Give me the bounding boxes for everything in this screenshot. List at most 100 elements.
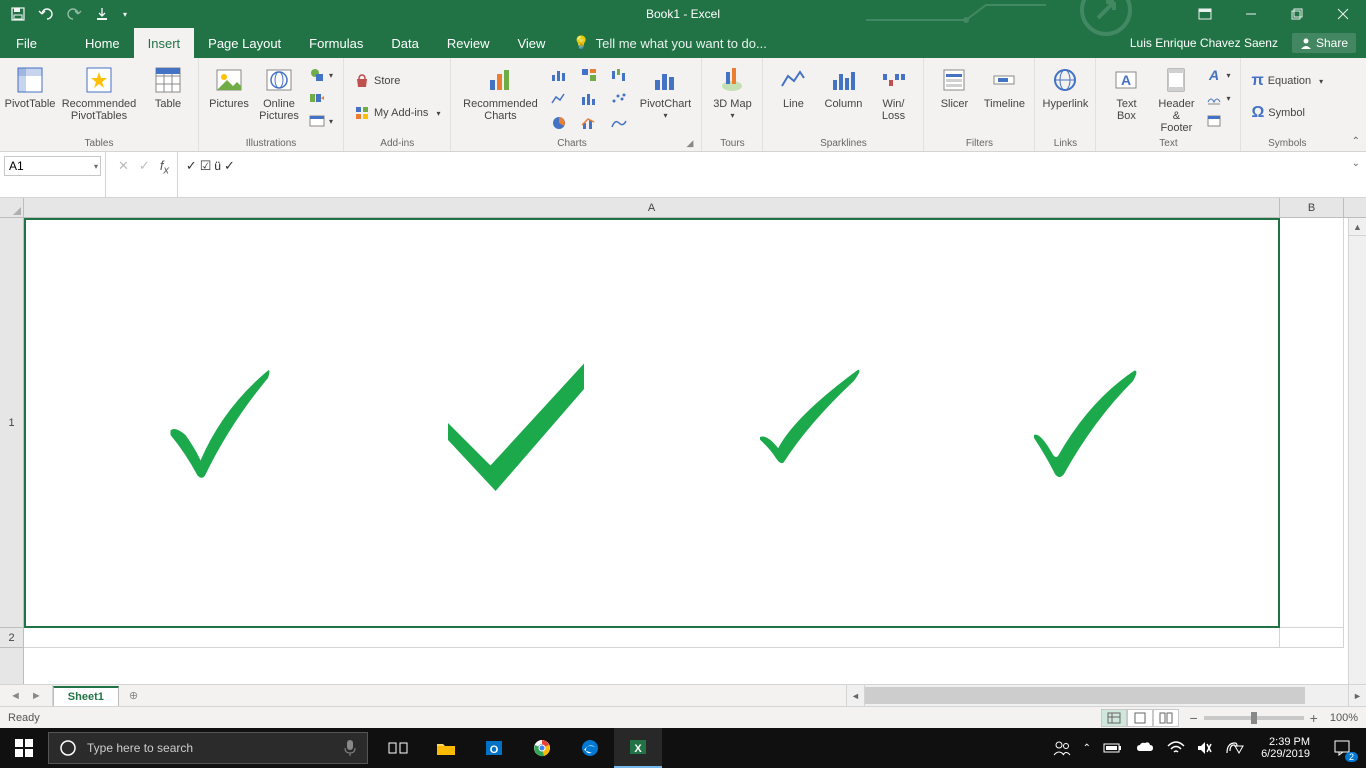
hscroll-thumb[interactable] xyxy=(865,687,1305,704)
column-header-b[interactable]: B xyxy=(1280,198,1344,217)
scroll-up-button[interactable]: ▲ xyxy=(1349,218,1366,236)
maximize-button[interactable] xyxy=(1274,0,1320,28)
tab-view[interactable]: View xyxy=(503,28,559,58)
tellme-search[interactable]: 💡 Tell me what you want to do... xyxy=(559,28,780,58)
table-button[interactable]: Table xyxy=(144,62,192,112)
enter-formula-button[interactable]: ✓ xyxy=(139,158,150,174)
shapes-button[interactable]: ▾ xyxy=(305,64,337,86)
prev-sheet-button[interactable]: ◄ xyxy=(6,690,25,702)
add-sheet-button[interactable]: ⊕ xyxy=(119,685,148,706)
page-layout-view-button[interactable] xyxy=(1127,709,1153,727)
3d-map-button[interactable]: 3D Map ▾ xyxy=(708,62,756,123)
excel-button[interactable]: X xyxy=(614,728,662,768)
store-button[interactable]: Store xyxy=(350,70,444,92)
action-center-button[interactable]: 2 xyxy=(1318,728,1366,768)
object-button[interactable] xyxy=(1202,110,1234,132)
tab-insert[interactable]: Insert xyxy=(134,28,195,58)
sparkline-column-button[interactable]: Column xyxy=(819,62,867,112)
textbox-button[interactable]: A Text Box xyxy=(1102,62,1150,124)
tray-chevron-up-icon[interactable]: ⌃ xyxy=(1083,743,1091,754)
insert-function-button[interactable]: fx xyxy=(160,158,169,177)
hierarchy-chart-button[interactable] xyxy=(575,64,603,86)
combo-chart-button[interactable] xyxy=(575,112,603,134)
symbol-button[interactable]: ΩSymbol xyxy=(1247,102,1327,124)
chrome-button[interactable] xyxy=(518,728,566,768)
start-button[interactable] xyxy=(0,728,48,768)
my-addins-button[interactable]: My Add-ins▾ xyxy=(350,102,444,124)
tab-formulas[interactable]: Formulas xyxy=(295,28,377,58)
undo-button[interactable] xyxy=(34,2,58,26)
share-button[interactable]: Share xyxy=(1292,33,1356,53)
save-button[interactable] xyxy=(6,2,30,26)
zoom-slider[interactable] xyxy=(1204,716,1304,720)
row-header-1[interactable]: 1 xyxy=(0,218,23,628)
column-header-a[interactable]: A xyxy=(24,198,1280,217)
online-pictures-button[interactable]: Online Pictures xyxy=(255,62,303,124)
screenshot-button[interactable]: ▾ xyxy=(305,110,337,132)
zoom-in-button[interactable]: + xyxy=(1310,710,1318,726)
tab-data[interactable]: Data xyxy=(377,28,432,58)
people-icon[interactable] xyxy=(1053,739,1071,757)
collapse-ribbon-button[interactable]: ⌃ xyxy=(1352,136,1360,147)
surface-chart-button[interactable] xyxy=(605,112,633,134)
close-button[interactable] xyxy=(1320,0,1366,28)
line-chart-button[interactable] xyxy=(545,88,573,110)
recommended-pivottables-button[interactable]: Recommended PivotTables xyxy=(56,62,142,124)
task-view-button[interactable] xyxy=(374,728,422,768)
scatter-chart-button[interactable] xyxy=(605,88,633,110)
taskbar-search[interactable]: Type here to search xyxy=(48,732,368,764)
qat-customize-button[interactable]: ▾ xyxy=(118,2,132,26)
wordart-button[interactable]: A▾ xyxy=(1202,64,1234,86)
pivotchart-button[interactable]: PivotChart ▾ xyxy=(635,62,695,123)
touch-mode-button[interactable] xyxy=(90,2,114,26)
recommended-charts-button[interactable]: Recommended Charts xyxy=(457,62,543,124)
tab-page-layout[interactable]: Page Layout xyxy=(194,28,295,58)
vertical-scrollbar[interactable]: ▲ ▼ xyxy=(1348,218,1366,706)
select-all-corner[interactable] xyxy=(0,198,24,217)
zoom-out-button[interactable]: − xyxy=(1189,710,1197,726)
mic-icon[interactable] xyxy=(343,739,357,757)
file-explorer-button[interactable] xyxy=(422,728,470,768)
redo-button[interactable] xyxy=(62,2,86,26)
scroll-left-button[interactable]: ◄ xyxy=(847,685,865,706)
chevron-down-icon[interactable]: ▾ xyxy=(94,162,98,171)
horizontal-scrollbar[interactable]: ◄ ► xyxy=(846,685,1366,706)
column-chart-button[interactable] xyxy=(545,64,573,86)
row-header-2[interactable]: 2 xyxy=(0,628,23,648)
sparkline-line-button[interactable]: Line xyxy=(769,62,817,112)
pictures-button[interactable]: Pictures xyxy=(205,62,253,112)
sparkline-winloss-button[interactable]: Win/ Loss xyxy=(869,62,917,124)
tab-home[interactable]: Home xyxy=(71,28,134,58)
cell-a1[interactable] xyxy=(24,218,1280,628)
tab-file[interactable]: File xyxy=(2,28,51,58)
sheet-tab-sheet1[interactable]: Sheet1 xyxy=(53,686,119,706)
cells-area[interactable] xyxy=(24,218,1348,706)
volume-icon[interactable] xyxy=(1197,741,1213,755)
normal-view-button[interactable] xyxy=(1101,709,1127,727)
minimize-button[interactable] xyxy=(1228,0,1274,28)
user-name[interactable]: Luis Enrique Chavez Saenz xyxy=(1130,36,1278,50)
waterfall-chart-button[interactable] xyxy=(605,64,633,86)
expand-formula-bar-button[interactable]: ⌄ xyxy=(1352,158,1360,169)
onedrive-icon[interactable] xyxy=(1135,741,1155,755)
ribbon-display-options[interactable] xyxy=(1182,0,1228,28)
page-break-view-button[interactable] xyxy=(1153,709,1179,727)
slicer-button[interactable]: Slicer xyxy=(930,62,978,112)
outlook-button[interactable]: O xyxy=(470,728,518,768)
edge-button[interactable] xyxy=(566,728,614,768)
timeline-button[interactable]: Timeline xyxy=(980,62,1028,112)
smartart-button[interactable] xyxy=(305,87,337,109)
formula-input[interactable]: ✓ ☑ ü ✓ ⌄ xyxy=(178,152,1366,197)
zoom-level[interactable]: 100% xyxy=(1330,712,1358,724)
statistic-chart-button[interactable] xyxy=(575,88,603,110)
battery-icon[interactable] xyxy=(1103,742,1123,754)
equation-button[interactable]: πEquation▾ xyxy=(1247,70,1327,92)
pivottable-button[interactable]: PivotTable xyxy=(6,62,54,112)
tab-review[interactable]: Review xyxy=(433,28,504,58)
charts-launcher[interactable]: ◢ xyxy=(687,138,694,149)
input-icon[interactable] xyxy=(1225,741,1245,755)
pie-chart-button[interactable] xyxy=(545,112,573,134)
header-footer-button[interactable]: Header & Footer xyxy=(1152,62,1200,136)
hyperlink-button[interactable]: Hyperlink xyxy=(1041,62,1089,112)
cancel-formula-button[interactable]: ✕ xyxy=(118,158,129,174)
